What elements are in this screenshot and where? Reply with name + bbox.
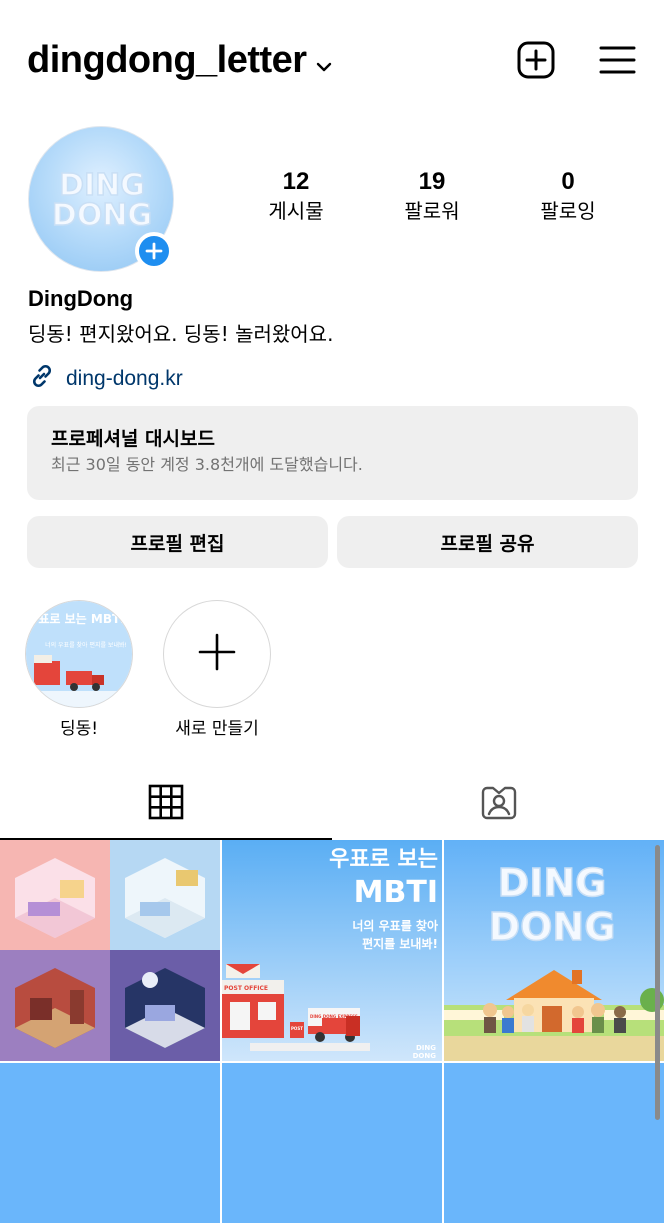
stat-following[interactable]: 0 팔로잉 — [500, 168, 636, 226]
posts-grid: 우표로 보는 MBTI 너의 우표를 찾아 편지를 보내봐! POST OFFI… — [0, 840, 665, 1223]
mbti-logo-line-1: DING — [416, 1044, 436, 1052]
menu-icon[interactable] — [598, 40, 638, 80]
post-office-sign: POST OFFICE — [224, 985, 268, 992]
tagged-icon — [480, 784, 518, 826]
edit-profile-button[interactable]: 프로필 편집 — [27, 516, 328, 568]
stat-label: 팔로워 — [404, 199, 460, 223]
new-highlight-circle — [163, 600, 271, 708]
post-thumbnail-house[interactable]: DING DONG — [444, 840, 664, 1061]
grid-icon — [148, 784, 184, 824]
tab-tagged[interactable] — [333, 770, 665, 840]
stat-label: 게시물 — [268, 199, 324, 223]
top-bar: dingdong_letter — [0, 0, 665, 120]
highlight-label: 딩동! — [59, 719, 99, 739]
stat-posts[interactable]: 12 게시물 — [228, 168, 364, 226]
post-thumbnail[interactable] — [0, 1063, 220, 1223]
mbti-title-line-2: MBTI — [354, 875, 438, 910]
profile-avatar[interactable]: DING DONG — [28, 126, 174, 272]
post-thumbnail-rooms[interactable] — [0, 840, 220, 1061]
account-switcher[interactable]: dingdong_letter — [27, 38, 333, 83]
chevron-down-icon — [315, 40, 333, 83]
highlight-item[interactable]: 우표로 보는 MBTI 너의 우표를 찾아 편지를 보내봐! 딩동! — [24, 600, 134, 739]
highlight-cover-sub: 너의 우표를 찾아 편지를 보내봐! — [45, 641, 127, 649]
highlight-cover-title: 우표로 보는 MBTI — [27, 612, 124, 626]
house-logo-line-1: DING — [498, 861, 607, 905]
stat-value: 19 — [418, 168, 446, 195]
mbti-sub-line-1: 너의 우표를 찾아 — [352, 918, 438, 933]
post-thumbnail[interactable] — [444, 1063, 664, 1223]
plus-icon — [198, 633, 236, 675]
postbox-label: POST — [291, 1026, 303, 1031]
scrollbar[interactable] — [655, 845, 660, 1120]
stat-value: 12 — [282, 168, 310, 195]
professional-dashboard[interactable]: 프로페셔널 대시보드 최근 30일 동안 계정 3.8천개에 도달했습니다. — [27, 406, 638, 500]
profile-stats: 12 게시물 19 팔로워 0 팔로잉 — [228, 168, 638, 226]
new-highlight[interactable]: 새로 만들기 — [162, 600, 272, 739]
username: dingdong_letter — [27, 39, 307, 81]
highlight-cover: 우표로 보는 MBTI 너의 우표를 찾아 편지를 보내봐! — [25, 600, 133, 708]
profile-link[interactable]: ding-dong.kr — [28, 362, 183, 395]
mbti-sub-line-2: 편지를 보내봐! — [362, 936, 438, 951]
link-text: ding-dong.kr — [66, 366, 183, 390]
mbti-title-line-1: 우표로 보는 — [329, 847, 438, 872]
dashboard-title: 프로페셔널 대시보드 — [51, 428, 215, 450]
post-thumbnail-mbti[interactable]: 우표로 보는 MBTI 너의 우표를 찾아 편지를 보내봐! POST OFFI… — [222, 840, 442, 1061]
add-story-icon[interactable] — [135, 232, 173, 270]
profile-tabs — [0, 770, 665, 840]
mbti-logo-line-2: DONG — [413, 1052, 437, 1060]
house-logo-line-2: DONG — [489, 905, 616, 949]
bio-text: 딩동! 편지왔어요. 딩동! 놀러왔어요. — [28, 322, 334, 346]
dashboard-subtitle: 최근 30일 동안 계정 3.8천개에 도달했습니다. — [51, 455, 363, 474]
stat-value: 0 — [561, 168, 575, 195]
stat-label: 팔로잉 — [540, 199, 596, 223]
stat-followers[interactable]: 19 팔로워 — [364, 168, 500, 226]
avatar-logo-line-2: DONG — [52, 198, 152, 233]
add-post-icon[interactable] — [516, 40, 556, 80]
highlight-label: 새로 만들기 — [175, 719, 259, 739]
tab-posts-grid[interactable] — [0, 770, 332, 840]
share-profile-button[interactable]: 프로필 공유 — [337, 516, 638, 568]
post-thumbnail[interactable] — [222, 1063, 442, 1223]
display-name: DingDong — [28, 286, 134, 311]
link-icon — [28, 362, 56, 395]
